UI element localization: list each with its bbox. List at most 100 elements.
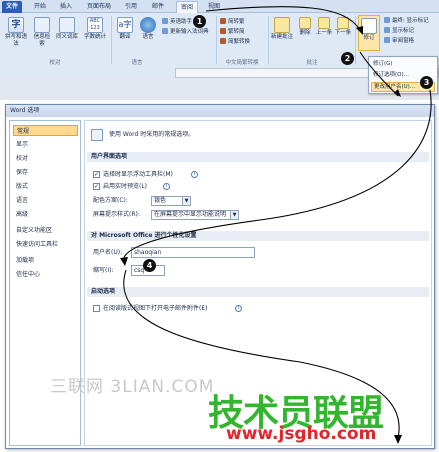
research-button[interactable]: 信息检索: [33, 17, 51, 48]
simp-trad-conversion-button[interactable]: 简繁转换: [220, 38, 250, 46]
menu-item-track-options[interactable]: 修订选项(O)...: [373, 71, 409, 79]
language-label: 语言: [142, 34, 154, 40]
english-assistant-label: 英语助手: [170, 19, 193, 25]
markup-icon: [384, 17, 390, 23]
new-comment-label: 新建批注: [270, 34, 293, 40]
simplified-to-traditional-button[interactable]: 简转繁: [220, 18, 245, 26]
language-group-label: 语言: [131, 60, 143, 66]
tab-mailings[interactable]: 邮件: [148, 1, 168, 13]
ribbon-tab-bar: 文件 开始 插入 页面布局 引用 邮件 审阅 视图: [0, 0, 439, 13]
spelling-grammar-label: 拼写和语法: [4, 34, 27, 47]
update-ime-dictionary-button[interactable]: 更新输入法词典: [162, 28, 209, 36]
language-button[interactable]: 语言: [138, 17, 158, 41]
nav-customize-ribbon[interactable]: 自定义功能区: [13, 225, 78, 236]
personalize-header: 对 Microsoft Office 进行个性化设置: [87, 231, 429, 241]
english-assistant-button[interactable]: 英语助手: [162, 18, 192, 26]
translate-button[interactable]: a字 翻译: [115, 17, 135, 41]
show-markup-dropdown[interactable]: 显示标记: [384, 27, 414, 35]
t2s-label: 繁转简: [228, 29, 245, 35]
tab-references[interactable]: 引用: [121, 1, 141, 13]
final-show-markup-dropdown[interactable]: 最终: 显示标记: [384, 17, 429, 25]
new-comment-icon: [274, 17, 290, 33]
nav-language[interactable]: 语言: [13, 195, 78, 206]
step-marker-1: 1: [193, 15, 206, 28]
tab-insert[interactable]: 插入: [56, 1, 76, 13]
track-changes-button[interactable]: 修订: [358, 15, 380, 51]
thesaurus-icon: [59, 17, 75, 33]
convert-icon: [220, 28, 226, 34]
spellcheck-icon: 字: [8, 17, 24, 33]
assistant-icon: [162, 18, 168, 24]
nav-layout[interactable]: 版式: [13, 181, 78, 192]
general-options-icon: [91, 129, 103, 141]
tab-page-layout[interactable]: 页面布局: [83, 1, 115, 13]
tab-home[interactable]: 开始: [30, 1, 50, 13]
previous-label: 上一条: [315, 30, 333, 36]
chevron-down-icon: ▼: [230, 211, 238, 219]
nav-save[interactable]: 保存: [13, 167, 78, 178]
username-input[interactable]: shaoqian: [131, 247, 255, 258]
convert-icon: [220, 38, 226, 44]
track-changes-icon: [361, 18, 377, 34]
nav-advanced[interactable]: 高级: [13, 209, 78, 220]
screentip-style-label: 屏幕提示样式(R):: [93, 211, 140, 218]
nav-quick-access-toolbar[interactable]: 快速访问工具栏: [13, 239, 78, 250]
conversion-label: 简繁转换: [228, 39, 251, 45]
reading-view-checkbox[interactable]: [93, 305, 100, 312]
mini-toolbar-checkbox[interactable]: ✓: [93, 171, 100, 178]
nav-display[interactable]: 显示: [13, 139, 78, 150]
mini-toolbar-label: 选择时显示浮动工具栏(M): [103, 171, 173, 178]
reviewing-pane-dropdown[interactable]: 审阅窗格: [384, 37, 414, 45]
next-label: 下一条: [334, 30, 352, 36]
nav-trust-center[interactable]: 信任中心: [13, 269, 78, 280]
chevron-down-icon: ▼: [182, 197, 190, 205]
username-label: 用户名(U):: [93, 249, 123, 256]
s2t-label: 简转繁: [228, 19, 245, 25]
screentip-value: 在屏幕提示中显示功能说明: [154, 211, 227, 218]
step-marker-4: 4: [143, 259, 156, 272]
tab-review[interactable]: 审阅: [176, 1, 198, 13]
nav-proofing[interactable]: 校对: [13, 153, 78, 164]
delete-comment-button[interactable]: 删除: [296, 17, 314, 37]
group-divider: [268, 16, 269, 64]
thesaurus-button[interactable]: 同义词库: [55, 17, 79, 41]
site-watermark-url: www.jsgho.com: [226, 424, 377, 444]
research-book-icon: [34, 17, 50, 33]
nav-general[interactable]: 常规: [13, 125, 78, 136]
show-markup-label: 显示标记: [392, 28, 415, 34]
live-preview-checkbox[interactable]: ✓: [93, 183, 100, 190]
color-scheme-select[interactable]: 银色 ▼: [151, 196, 191, 206]
new-comment-button[interactable]: 新建批注: [270, 17, 294, 41]
next-comment-button[interactable]: 下一条: [334, 17, 352, 37]
delete-comment-icon: [299, 17, 311, 29]
traditional-to-simplified-button[interactable]: 繁转简: [220, 28, 245, 36]
info-icon: i: [163, 183, 170, 190]
menu-item-track-changes[interactable]: 修订(G): [373, 60, 393, 68]
track-changes-label: 修订: [363, 35, 375, 41]
next-comment-icon: [337, 17, 349, 29]
initials-label: 缩写(I):: [93, 267, 114, 274]
info-icon: i: [191, 171, 198, 178]
group-divider: [216, 16, 217, 64]
options-nav: 常规 显示 校对 保存 版式 语言 高级 自定义功能区 快速访问工具栏 加载项 …: [9, 120, 81, 446]
startup-options-header: 启动选项: [87, 287, 429, 297]
tab-view[interactable]: 视图: [204, 1, 224, 13]
word-count-icon: ABC 123: [87, 17, 103, 33]
tab-file[interactable]: 文件: [2, 1, 22, 13]
proofing-group-label: 校对: [49, 60, 61, 66]
ui-options-header: 用户界面选项: [87, 152, 429, 162]
previous-comment-button[interactable]: 上一条: [315, 17, 333, 37]
dialog-title: Word 选项: [6, 105, 434, 117]
word-count-button[interactable]: ABC 123 字数统计: [83, 17, 107, 41]
reviewing-pane-label: 审阅窗格: [392, 38, 415, 44]
screentip-style-select[interactable]: 在屏幕提示中显示功能说明 ▼: [151, 210, 239, 220]
group-divider: [355, 16, 356, 64]
nav-add-ins[interactable]: 加载项: [13, 255, 78, 266]
chinese-conversion-group-label: 中文简繁转换: [225, 60, 259, 66]
spelling-grammar-button[interactable]: 字 拼写和语法: [3, 17, 29, 48]
group-divider: [111, 16, 112, 64]
final-markup-label: 最终: 显示标记: [392, 18, 429, 24]
update-ime-label: 更新输入法词典: [170, 29, 209, 35]
globe-icon: [140, 17, 156, 33]
sanlian-watermark: 三联网 3LIAN.COM: [50, 377, 215, 397]
